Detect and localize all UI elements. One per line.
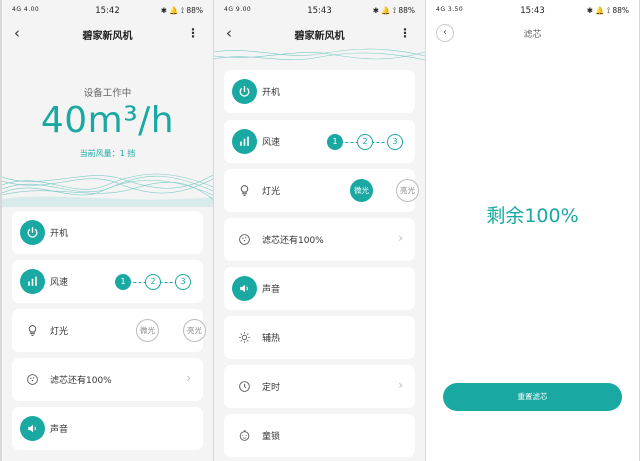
power-card[interactable]: 开机: [12, 211, 203, 254]
sound-card[interactable]: 声音: [12, 407, 203, 450]
timer-card[interactable]: 定时 ›: [224, 365, 415, 408]
sun-icon: [232, 325, 257, 350]
speaker-icon: [232, 276, 257, 301]
child-lock-card[interactable]: 童锁: [224, 414, 415, 457]
clock-icon: [232, 374, 257, 399]
filter-label: 滤芯还有100%: [50, 376, 112, 386]
nav-bar: ‹ 碧家新风机 ⋮: [214, 22, 425, 46]
timer-label: 定时: [262, 383, 281, 393]
fan-speed-icon: [20, 269, 45, 294]
speaker-icon: [20, 416, 45, 441]
child-lock-label: 童锁: [262, 432, 281, 442]
current-speed-text: 当前风量：1 挡: [79, 149, 136, 158]
airflow-value: 40m³/h: [40, 100, 175, 141]
speed-level-1[interactable]: 1: [327, 134, 343, 150]
sound-label: 声音: [262, 285, 281, 295]
bulb-icon: [20, 318, 45, 343]
work-status: 设备工作中: [83, 88, 132, 99]
page-title: 滤芯: [523, 30, 542, 40]
light-dim-button[interactable]: 微光: [350, 179, 373, 202]
speed-selector: 1 2 3: [327, 134, 403, 150]
speed-level-3[interactable]: 3: [175, 274, 191, 290]
speed-card: 风速 1 2 3: [12, 260, 203, 303]
filter-icon: [20, 367, 45, 392]
speed-selector: 1 2 3: [115, 274, 191, 290]
speed-level-2[interactable]: 2: [357, 134, 373, 150]
more-icon[interactable]: ⋮: [187, 25, 199, 41]
light-card: 灯光 微光 亮光: [12, 309, 206, 352]
light-label: 灯光: [262, 187, 281, 197]
status-icons: ✱ 🔔 ⟟ 88%: [160, 6, 203, 15]
light-dim-button[interactable]: 微光: [136, 319, 159, 342]
power-label: 开机: [262, 88, 281, 98]
nav-bar: ‹ 滤芯: [426, 22, 639, 46]
light-card: 灯光 微光 亮光: [224, 169, 419, 212]
baby-face-icon: [232, 423, 257, 448]
chevron-right-icon: ›: [186, 371, 191, 385]
page-title: 碧家新风机: [294, 31, 345, 42]
bulb-icon: [232, 178, 257, 203]
speed-level-1[interactable]: 1: [115, 274, 131, 290]
nav-bar: ‹ 碧家新风机 ⋮: [2, 22, 213, 46]
light-bright-button[interactable]: 亮光: [183, 319, 206, 342]
reset-filter-button[interactable]: 重置滤芯: [443, 383, 622, 411]
filter-remaining: 剩余100%: [486, 205, 579, 227]
fan-speed-icon: [232, 129, 257, 154]
speed-card: 风速 1 2 3: [224, 120, 415, 163]
speed-level-2[interactable]: 2: [145, 274, 161, 290]
wave-decoration: [2, 173, 213, 207]
speed-level-3[interactable]: 3: [387, 134, 403, 150]
status-bar: 4G 4.00 15:42 ✱ 🔔 ⟟ 88%: [2, 0, 213, 22]
page-title: 碧家新风机: [82, 31, 133, 42]
power-icon[interactable]: [20, 220, 45, 245]
power-card[interactable]: 开机: [224, 70, 415, 113]
screen-filter: 4G 3.50 15:43 ✱ 🔔 ⟟ 88% ‹ 滤芯 剩余100% 重置滤芯: [426, 0, 639, 461]
light-bright-button[interactable]: 亮光: [396, 179, 419, 202]
filter-card[interactable]: 滤芯还有100% ›: [12, 358, 203, 401]
filter-label: 滤芯还有100%: [262, 236, 324, 246]
status-icons: ✱ 🔔 ⟟ 88%: [586, 6, 629, 15]
wave-decoration: [214, 48, 425, 61]
chevron-right-icon: ›: [398, 378, 403, 392]
speed-label: 风速: [262, 138, 281, 148]
status-icons: ✱ 🔔 ⟟ 88%: [372, 6, 415, 15]
heat-card[interactable]: 辅热: [224, 316, 415, 359]
power-icon[interactable]: [232, 79, 257, 104]
chevron-right-icon: ›: [398, 231, 403, 245]
light-label: 灯光: [50, 327, 69, 337]
filter-card[interactable]: 滤芯还有100% ›: [224, 218, 415, 261]
sound-card[interactable]: 声音: [224, 267, 415, 310]
status-bar: 4G 9.00 15:43 ✱ 🔔 ⟟ 88%: [214, 0, 425, 22]
heat-label: 辅热: [262, 334, 281, 344]
screen-device-scrolled: 4G 9.00 15:43 ✱ 🔔 ⟟ 88% ‹ 碧家新风机 ⋮ 开机 风速 …: [214, 0, 425, 461]
screen-device-home: 4G 4.00 15:42 ✱ 🔔 ⟟ 88% ‹ 碧家新风机 ⋮ 设备工作中 …: [2, 0, 213, 461]
filter-icon: [232, 227, 257, 252]
status-bar: 4G 3.50 15:43 ✱ 🔔 ⟟ 88%: [426, 0, 639, 22]
more-icon[interactable]: ⋮: [399, 25, 411, 41]
power-label: 开机: [50, 229, 69, 239]
sound-label: 声音: [50, 425, 69, 435]
speed-label: 风速: [50, 278, 69, 288]
